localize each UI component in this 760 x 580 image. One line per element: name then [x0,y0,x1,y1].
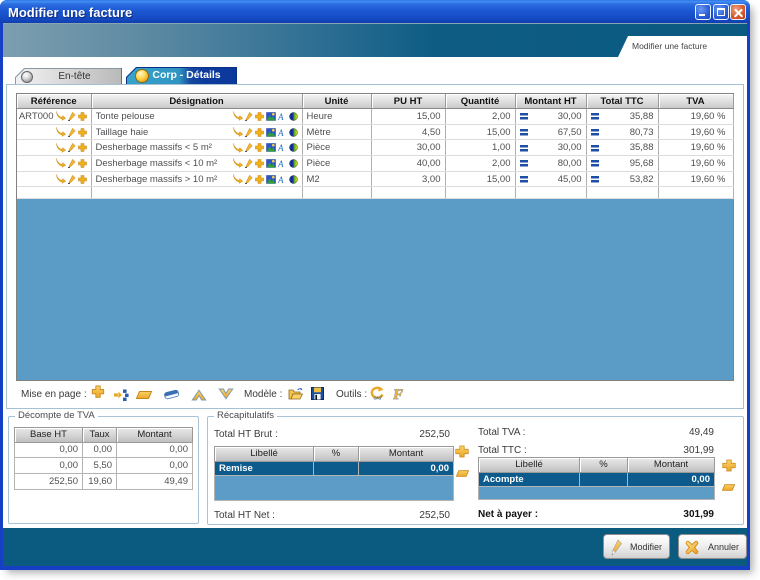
svg-text:A: A [278,175,284,184]
svg-text:A: A [278,143,284,152]
svg-text:ord: ord [374,396,383,402]
svg-text:A: A [278,112,284,121]
svg-text:F: F [393,387,403,401]
svg-text:A: A [278,128,284,137]
svg-text:A: A [278,159,284,168]
